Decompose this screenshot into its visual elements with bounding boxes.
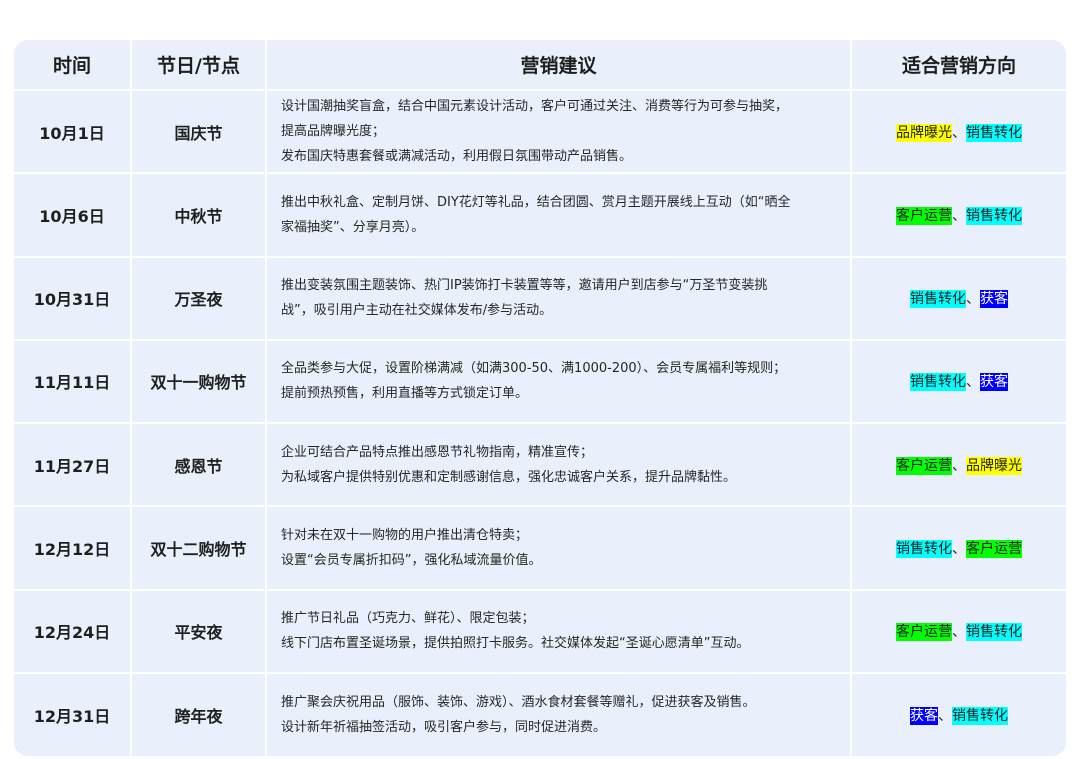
table-row: 12月24日 平安夜 推广节日礼品（巧克力、鲜花）、限定包装； 线下门店布置圣诞场景，… — [14, 589, 1066, 674]
direction-cell: 销售转化、客户运营 — [851, 506, 1066, 591]
tag-separator: 、 — [938, 707, 952, 724]
advice-line: 设计国潮抽奖盲盒，结合中国元素设计活动，客户可通过关注、消费等行为可参与抽奖， — [281, 99, 789, 115]
direction-tag: 客户运营 — [966, 539, 1022, 558]
advice-cell: 推广聚会庆祝用品（服饰、装饰、游戏）、酒水食材套餐等赠礼，促进获客及销售。 设计新… — [266, 672, 852, 756]
direction-tag: 销售转化 — [910, 373, 966, 392]
date-cell: 12月12日 — [14, 506, 132, 591]
date-cell: 12月24日 — [14, 589, 132, 674]
advice-line: 家福抽奖”、分享月亮）。 — [281, 219, 425, 235]
direction-tag: 客户运营 — [896, 456, 952, 475]
direction-tag: 销售转化 — [910, 290, 966, 309]
holiday-cell: 感恩节 — [131, 423, 267, 508]
direction-cell: 客户运营、销售转化 — [851, 173, 1066, 258]
date-cell: 10月1日 — [14, 90, 132, 175]
advice-cell: 企业可结合产品特点推出感恩节礼物指南，精准宣传； 为私域客户提供特别优惠和定制感谢… — [266, 423, 852, 508]
header-direction: 适合营销方向 — [851, 40, 1066, 91]
header-holiday: 节日/节点 — [131, 40, 267, 91]
direction-tag: 获客 — [980, 373, 1008, 392]
direction-cell: 销售转化、获客 — [851, 256, 1066, 341]
advice-line: 推广节日礼品（巧克力、鲜花）、限定包装； — [281, 611, 535, 627]
direction-tag: 销售转化 — [952, 706, 1008, 725]
advice-line: 推出中秋礼盒、定制月饼、DIY花灯等礼品，结合团圆、赏月主题开展线上互动（如“晒… — [281, 194, 791, 210]
tag-separator: 、 — [952, 457, 966, 474]
direction-tag: 客户运营 — [896, 206, 952, 225]
direction-tag: 品牌曝光 — [896, 123, 952, 142]
date-cell: 11月11日 — [14, 339, 132, 425]
advice-cell: 推广节日礼品（巧克力、鲜花）、限定包装； 线下门店布置圣诞场景，提供拍照打卡服务。… — [266, 589, 852, 674]
advice-cell: 推出中秋礼盒、定制月饼、DIY花灯等礼品，结合团圆、赏月主题开展线上互动（如“晒… — [266, 173, 852, 258]
marketing-calendar-table-card: 时间 节日/节点 营销建议 适合营销方向 10月1日 国庆节 设计国潮抽奖盲盒，结合… — [14, 40, 1066, 756]
holiday-cell: 跨年夜 — [131, 672, 267, 756]
advice-line: 企业可结合产品特点推出感恩节礼物指南，精准宣传； — [281, 444, 594, 460]
tag-separator: 、 — [966, 291, 980, 308]
advice-line: 发布国庆特惠套餐或满减活动，利用假日氛围带动产品销售。 — [281, 149, 633, 165]
advice-line: 推出变装氛围主题装饰、热门IP装饰打卡装置等等，邀请用户到店参与“万圣节变装挑 — [281, 278, 768, 294]
table-body: 10月1日 国庆节 设计国潮抽奖盲盒，结合中国元素设计活动，客户可通过关注、消费等行… — [14, 90, 1066, 756]
header-advice: 营销建议 — [266, 40, 852, 91]
table-row: 12月12日 双十二购物节 针对未在双十一购物的用户推出清仓特卖； 设置“会员专属折扣… — [14, 506, 1066, 591]
advice-cell: 全品类参与大促，设置阶梯满减（如满300-50、满1000-200）、会员专属福… — [266, 339, 852, 425]
advice-line: 提高品牌曝光度； — [281, 124, 386, 140]
advice-cell: 推出变装氛围主题装饰、热门IP装饰打卡装置等等，邀请用户到店参与“万圣节变装挑战… — [266, 256, 852, 341]
header-time: 时间 — [14, 40, 132, 91]
direction-cell: 获客、销售转化 — [851, 673, 1066, 756]
advice-line: 设计新年祈福抽签活动，吸引客户参与，同时促进消费。 — [281, 719, 607, 735]
holiday-cell: 国庆节 — [131, 90, 267, 175]
date-cell: 11月27日 — [14, 423, 132, 508]
tag-separator: 、 — [952, 540, 966, 557]
direction-cell: 客户运营、销售转化 — [851, 589, 1066, 674]
direction-tag: 销售转化 — [966, 123, 1022, 142]
table-row: 11月27日 感恩节 企业可结合产品特点推出感恩节礼物指南，精准宣传； 为私域客户提供… — [14, 423, 1066, 508]
direction-tag: 品牌曝光 — [966, 456, 1022, 475]
direction-cell: 销售转化、获客 — [851, 339, 1066, 425]
tag-separator: 、 — [952, 124, 966, 141]
date-cell: 12月31日 — [14, 672, 132, 756]
advice-line: 提前预热预售，利用直播等方式锁定订单。 — [281, 386, 529, 402]
direction-cell: 品牌曝光、销售转化 — [851, 90, 1066, 175]
advice-line: 线下门店布置圣诞场景，提供拍照打卡服务。社交媒体发起“圣诞心愿清单”互动。 — [281, 636, 750, 652]
tag-separator: 、 — [966, 374, 980, 391]
tag-separator: 、 — [952, 207, 966, 224]
advice-line: 设置“会员专属折扣码”，强化私域流量价值。 — [281, 552, 542, 568]
table-row: 11月11日 双十一购物节 全品类参与大促，设置阶梯满减（如满300-50、满100… — [14, 339, 1066, 425]
advice-line: 为私域客户提供特别优惠和定制感谢信息，强化忠诚客户关系，提升品牌黏性。 — [281, 469, 737, 485]
tag-separator: 、 — [952, 624, 966, 641]
table-row: 10月6日 中秋节 推出中秋礼盒、定制月饼、DIY花灯等礼品，结合团圆、赏月主题开展… — [14, 173, 1066, 258]
direction-tag: 获客 — [980, 290, 1008, 309]
table-row: 10月31日 万圣夜 推出变装氛围主题装饰、热门IP装饰打卡装置等等，邀请用户到店参… — [14, 256, 1066, 341]
advice-line: 全品类参与大促，设置阶梯满减（如满300-50、满1000-200）、会员专属福… — [281, 361, 787, 377]
direction-cell: 客户运营、品牌曝光 — [851, 423, 1066, 508]
date-cell: 10月6日 — [14, 173, 132, 258]
direction-tag: 客户运营 — [896, 623, 952, 642]
direction-tag: 销售转化 — [966, 623, 1022, 642]
marketing-calendar-table: 时间 节日/节点 营销建议 适合营销方向 10月1日 国庆节 设计国潮抽奖盲盒，结合… — [14, 40, 1066, 756]
direction-tag: 销售转化 — [966, 206, 1022, 225]
advice-line: 战”，吸引用户主动在社交媒体发布/参与活动。 — [281, 303, 553, 319]
holiday-cell: 平安夜 — [131, 589, 267, 674]
direction-tag: 销售转化 — [896, 539, 952, 558]
advice-cell: 设计国潮抽奖盲盒，结合中国元素设计活动，客户可通过关注、消费等行为可参与抽奖， 提… — [266, 90, 852, 175]
holiday-cell: 万圣夜 — [131, 256, 267, 341]
holiday-cell: 中秋节 — [131, 173, 267, 258]
date-cell: 10月31日 — [14, 256, 132, 341]
advice-line: 推广聚会庆祝用品（服饰、装饰、游戏）、酒水食材套餐等赠礼，促进获客及销售。 — [281, 694, 756, 710]
advice-line: 针对未在双十一购物的用户推出清仓特卖； — [281, 527, 529, 543]
holiday-cell: 双十二购物节 — [131, 506, 267, 591]
table-row: 12月31日 跨年夜 推广聚会庆祝用品（服饰、装饰、游戏）、酒水食材套餐等赠礼，促进… — [14, 672, 1066, 756]
table-header-row: 时间 节日/节点 营销建议 适合营销方向 — [14, 40, 1066, 91]
table-row: 10月1日 国庆节 设计国潮抽奖盲盒，结合中国元素设计活动，客户可通过关注、消费等行… — [14, 90, 1066, 175]
holiday-cell: 双十一购物节 — [131, 339, 267, 425]
advice-cell: 针对未在双十一购物的用户推出清仓特卖； 设置“会员专属折扣码”，强化私域流量价值。 — [266, 506, 852, 591]
direction-tag: 获客 — [910, 706, 938, 725]
